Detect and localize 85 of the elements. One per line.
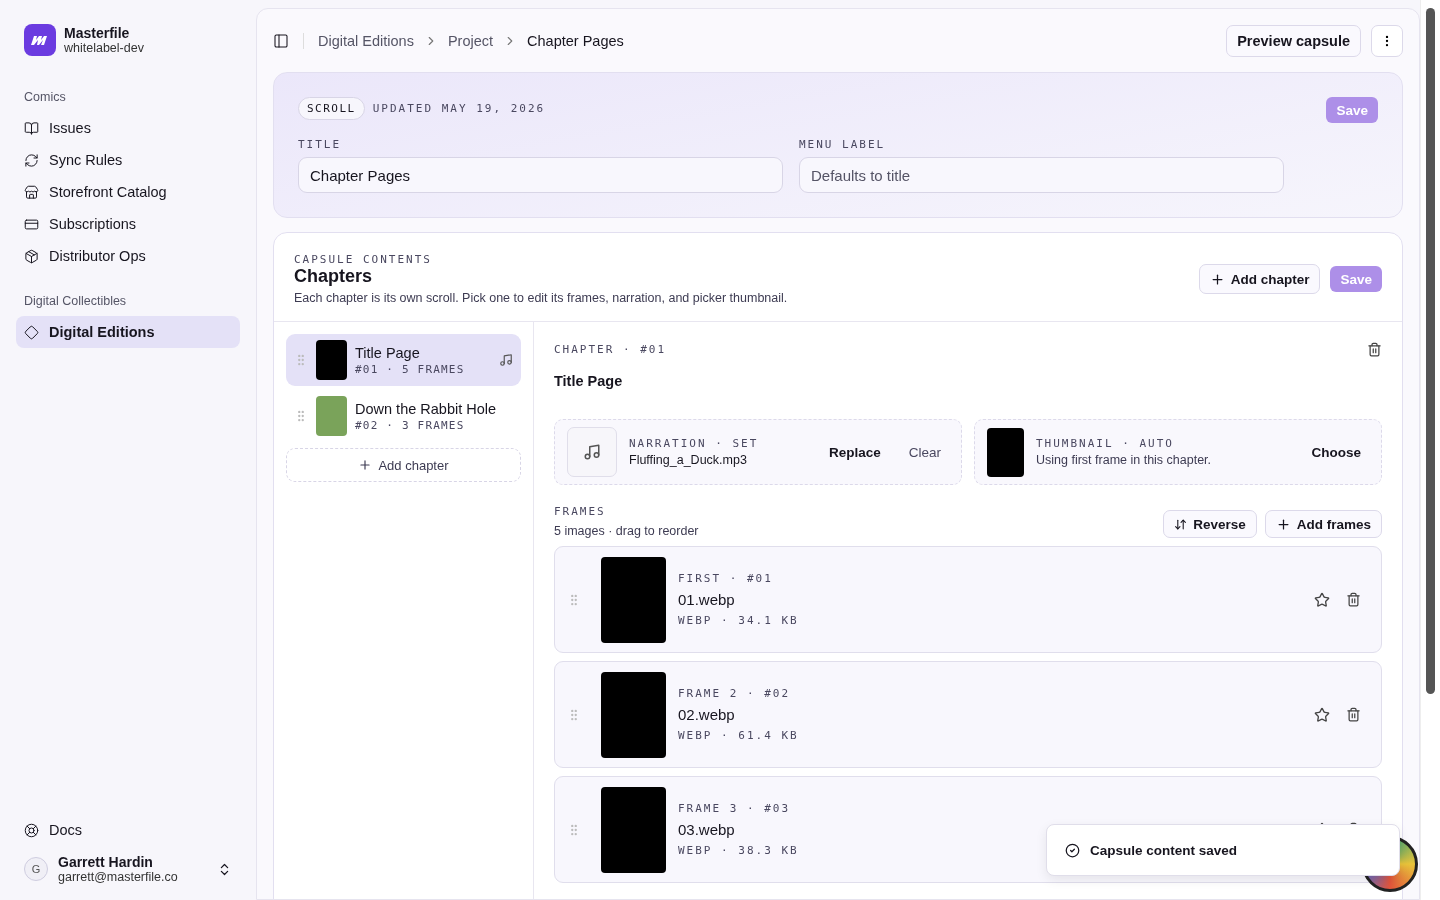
text-field[interactable]: Chapter Pages [298,157,783,193]
sidebar-item[interactable]: Sync Rules [16,144,240,176]
frames-label: FRAMES [554,505,606,518]
section-eyebrow: CAPSULE CONTENTS [294,253,432,266]
refresh-icon [24,152,39,168]
breadcrumb-link[interactable]: Digital Editions [318,32,414,49]
frame-label: FIRST · #01 [678,572,773,585]
star-icon[interactable] [1314,591,1330,608]
frame-meta: WEBP · 38.3 KB [678,844,799,857]
frame-file-name: 02.webp [678,706,736,723]
trash-icon[interactable] [1346,707,1361,722]
breadcrumb-link[interactable]: Chapter Pages [527,32,624,49]
chapter-meta: #01 · 5 FRAMES [355,362,466,376]
choose-button[interactable]: Choose [1303,440,1369,464]
trash-icon[interactable] [1346,592,1361,607]
thumbnail-text: Using first frame in this chapter. [1036,453,1213,467]
narration-file: Fluffing_a_Duck.mp3 [629,453,748,467]
section-heading: Comics [23,90,67,104]
plus-icon [1275,516,1291,532]
type-badge: SCROLL [298,97,365,120]
toast-message: Capsule content saved [1090,842,1238,858]
image-placeholder [316,396,347,436]
chapter-meta: #02 · 3 FRAMES [355,418,466,432]
chapter-title: Down the Rabbit Hole [355,400,498,417]
workspace-name: whitelabel-dev [64,41,144,55]
chapter-item[interactable]: Title Page #01 · 5 FRAMES [286,334,521,386]
sidebar-item[interactable]: Storefront Catalog [16,176,240,208]
diamond-icon [24,324,39,340]
frame-file-name: 01.webp [678,591,736,608]
preview-button[interactable]: Preview capsule [1226,24,1361,57]
book-icon [24,120,39,136]
frame-label: FRAME 2 · #02 [678,687,791,700]
sort-icon [1174,517,1188,531]
sidebar-item[interactable]: Digital Editions [16,316,240,348]
section-title: Chapters [294,266,374,287]
sidebar-item[interactable]: Issues [16,112,240,144]
reverse-button[interactable]: Reverse [1163,510,1257,538]
check-circle-icon [1065,842,1080,858]
chapter-item[interactable]: Down the Rabbit Hole #02 · 3 FRAMES [286,390,521,442]
brand-logo-icon [24,24,56,56]
store-icon [24,184,39,200]
user-name: Garrett Hardin [58,854,154,870]
add-frames-button[interactable]: Add frames [1264,510,1382,538]
image-placeholder [316,340,347,380]
user-avatar: G [24,857,48,881]
field-label: TITLE [298,138,342,151]
section-heading: Digital Collectibles [23,294,128,308]
plus-icon [358,458,373,472]
sidebar-item[interactable]: Subscriptions [16,208,240,240]
frame-meta: WEBP · 61.4 KB [678,729,799,742]
card-icon [24,216,39,232]
breadcrumb-link[interactable]: Project [447,32,494,49]
narration-action[interactable]: Clear [900,440,949,464]
image-placeholder [987,427,1024,477]
frame-row[interactable]: FRAME 2 · #02 02.webp WEBP · 61.4 KB [554,661,1382,768]
text-field[interactable]: Defaults to title [799,157,1284,193]
user-email: garrett@masterfile.co [58,870,179,884]
frames-hint: 5 images · drag to reorder [554,524,700,538]
narration-label: NARRATION · SET [629,437,759,450]
lifebuoy-icon [24,822,39,838]
docs-link[interactable]: Docs [16,814,240,846]
sidebar-toggle-icon[interactable] [273,32,289,49]
updated-date: UPDATED MAY 19, 2026 [372,102,546,115]
add-chapter-button[interactable]: Add chapter [1198,264,1321,294]
narration-action[interactable]: Replace [820,440,889,464]
trash-icon[interactable] [1367,342,1382,357]
add-chapter-button[interactable]: Add chapter [286,448,521,482]
package-icon [24,248,39,264]
field-label: MENU LABEL [799,138,886,151]
music-icon [499,353,513,367]
frame-meta: WEBP · 34.1 KB [678,614,799,627]
sidebar-item[interactable]: Distributor Ops [16,240,240,272]
frame-row[interactable]: FIRST · #01 01.webp WEBP · 34.1 KB [554,546,1382,653]
chapter-name: Title Page [554,373,624,389]
star-icon[interactable] [1314,706,1330,723]
section-description: Each chapter is its own scroll. Pick one to edit its frames, narration, and picker thumbnail. [294,291,789,305]
chapter-title: Title Page [355,344,421,361]
thumbnail-label: THUMBNAIL · AUTO [1036,437,1174,450]
brand-name: Masterfile [64,25,131,41]
frame-label: FRAME 3 · #03 [678,802,791,815]
music-icon [583,443,601,461]
scrollbar[interactable] [1420,0,1440,900]
chapter-eyebrow: CHAPTER · #01 [554,343,668,356]
plus-icon [1209,271,1225,287]
frame-file-name: 03.webp [678,821,736,838]
